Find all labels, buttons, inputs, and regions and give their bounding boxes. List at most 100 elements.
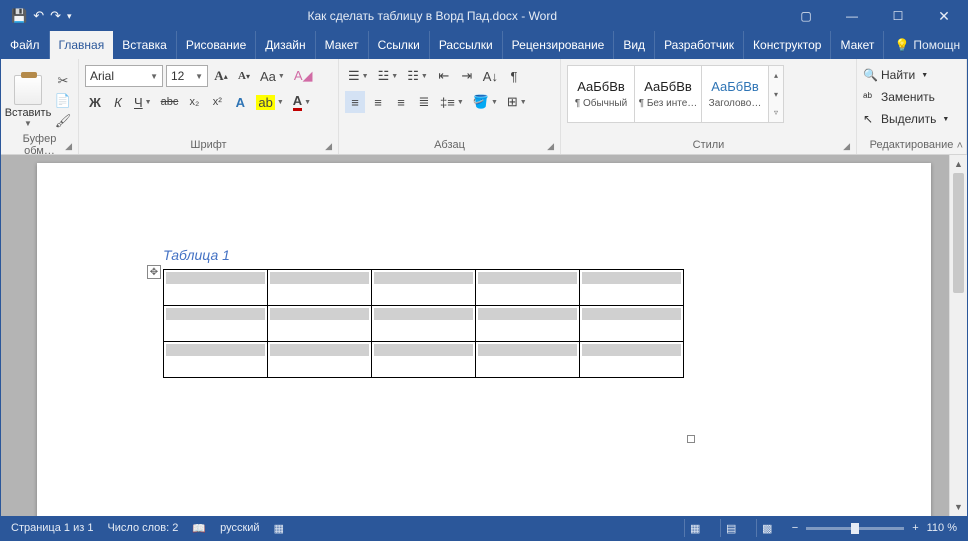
bold-button[interactable]: Ж [85,91,105,113]
undo-icon[interactable]: ↶ [33,8,44,24]
justify-button[interactable]: ≣ [414,91,434,113]
dialog-launcher-icon[interactable]: ◢ [843,141,850,152]
subscript-button[interactable]: x₂ [184,91,204,113]
font-size-combo[interactable]: 12▼ [166,65,208,87]
dialog-launcher-icon[interactable]: ◢ [547,141,554,152]
minimize-button[interactable]: ― [829,1,875,31]
multilevel-button[interactable]: ☷▼ [404,65,431,87]
superscript-button[interactable]: x² [207,91,227,113]
underline-button[interactable]: Ч▼ [131,91,155,113]
ribbon-options-icon[interactable]: ▢ [783,1,829,31]
read-mode-icon[interactable]: ▦ [684,519,706,537]
replace-icon: ᵃᵇ [863,90,877,104]
dialog-launcher-icon[interactable]: ◢ [325,141,332,152]
title-bar: 💾 ↶ ↷ ▾ Как сделать таблицу в Ворд Пад.d… [1,1,967,31]
macro-icon[interactable]: ▦ [274,522,284,535]
table-caption[interactable]: Таблица 1 [163,247,230,263]
group-styles: АаБбВв¶ Обычный АаБбВв¶ Без инте… АаБбВв… [561,59,857,154]
print-layout-icon[interactable]: ▤ [720,519,742,537]
text-effects-button[interactable]: A [230,91,250,113]
align-left-button[interactable]: ≡ [345,91,365,113]
replace-button[interactable]: ᵃᵇЗаменить [863,87,935,107]
select-button[interactable]: ↖Выделить▼ [863,109,949,129]
spellcheck-icon[interactable]: 📖 [192,522,206,535]
font-name-combo[interactable]: Arial▼ [85,65,163,87]
borders-button[interactable]: ⊞▼ [504,91,530,113]
maximize-button[interactable]: ☐ [875,1,921,31]
tab-layout[interactable]: Макет [316,31,369,59]
highlight-button[interactable]: ab▼ [253,91,286,113]
bullets-button[interactable]: ☰▼ [345,65,372,87]
tab-design[interactable]: Дизайн [256,31,315,59]
tab-home[interactable]: Главная [50,31,114,59]
dialog-launcher-icon[interactable]: ◢ [65,141,72,152]
table-move-handle[interactable]: ✥ [147,265,161,279]
tab-developer[interactable]: Разработчик [655,31,744,59]
lightbulb-icon: 💡 [894,38,909,52]
quick-access-toolbar: 💾 ↶ ↷ ▾ [1,8,82,24]
show-marks-button[interactable]: ¶ [504,65,524,87]
style-heading1[interactable]: АаБбВвЗаголово… [701,65,769,123]
styles-gallery-more[interactable]: ▴▾▿ [768,65,784,123]
italic-button[interactable]: К [108,91,128,113]
scroll-up-icon[interactable]: ▲ [950,155,967,173]
shading-button[interactable]: 🪣▼ [470,91,501,113]
tab-draw[interactable]: Рисование [177,31,256,59]
group-clipboard: Вставить ▼ ✂ 📄 🖌 Буфер обм…◢ [1,59,79,154]
document-area: Таблица 1 ✥ ▲ ▼ [1,155,967,516]
status-bar: Страница 1 из 1 Число слов: 2 📖 русский … [1,516,967,540]
page-count[interactable]: Страница 1 из 1 [11,522,93,534]
vertical-scrollbar[interactable]: ▲ ▼ [949,155,967,516]
word-count[interactable]: Число слов: 2 [107,522,178,534]
tab-table-layout[interactable]: Макет [831,31,884,59]
change-case-button[interactable]: Aa▼ [257,65,288,87]
collapse-ribbon-button[interactable]: ˄ [957,140,963,152]
page[interactable]: Таблица 1 ✥ [37,163,931,516]
paste-button[interactable]: Вставить ▼ [7,71,49,127]
scroll-thumb[interactable] [953,173,964,293]
line-spacing-button[interactable]: ‡≡▼ [437,91,467,113]
window-title: Как сделать таблицу в Ворд Пад.docx - Wo… [82,9,783,23]
grow-font-button[interactable]: A▴ [211,65,231,87]
qat-customize-icon[interactable]: ▾ [67,11,72,22]
table-resize-handle[interactable] [687,435,695,443]
tab-insert[interactable]: Вставка [113,31,177,59]
align-right-button[interactable]: ≡ [391,91,411,113]
style-no-spacing[interactable]: АаБбВв¶ Без инте… [634,65,702,123]
find-button[interactable]: 🔍Найти▼ [863,65,928,85]
redo-icon[interactable]: ↷ [50,8,61,24]
close-button[interactable]: ✕ [921,1,967,31]
clear-format-button[interactable]: A◢ [291,65,316,87]
tab-mailings[interactable]: Рассылки [430,31,503,59]
tab-view[interactable]: Вид [614,31,655,59]
zoom-slider[interactable] [806,527,904,530]
tab-references[interactable]: Ссылки [369,31,430,59]
strike-button[interactable]: abc [158,91,182,113]
group-editing: 🔍Найти▼ ᵃᵇЗаменить ↖Выделить▼ Редактиров… [857,59,967,154]
copy-icon[interactable]: 📄 [53,93,73,109]
sort-button[interactable]: A↓ [480,65,501,87]
tab-review[interactable]: Рецензирование [503,31,615,59]
table[interactable] [163,269,684,378]
font-color-button[interactable]: A▼ [290,91,314,113]
numbering-button[interactable]: ☳▼ [375,65,402,87]
cut-icon[interactable]: ✂ [53,73,73,89]
zoom-level[interactable]: 110 % [927,522,957,534]
web-layout-icon[interactable]: ▩ [756,519,778,537]
paste-icon [14,75,42,105]
tab-file[interactable]: Файл [1,31,50,59]
save-icon[interactable]: 💾 [11,8,27,24]
language[interactable]: русский [220,522,259,534]
align-center-button[interactable]: ≡ [368,91,388,113]
format-painter-icon[interactable]: 🖌 [53,113,73,129]
scroll-down-icon[interactable]: ▼ [950,498,967,516]
tab-table-design[interactable]: Конструктор [744,31,831,59]
zoom-out-button[interactable]: − [792,522,798,534]
tell-me[interactable]: 💡Помощн [884,31,968,59]
group-paragraph: ☰▼ ☳▼ ☷▼ ⇤ ⇥ A↓ ¶ ≡ ≡ ≡ ≣ ‡≡▼ 🪣▼ ⊞▼ [339,59,561,154]
shrink-font-button[interactable]: A▾ [234,65,254,87]
increase-indent-button[interactable]: ⇥ [457,65,477,87]
zoom-in-button[interactable]: + [912,522,918,534]
decrease-indent-button[interactable]: ⇤ [434,65,454,87]
style-normal[interactable]: АаБбВв¶ Обычный [567,65,635,123]
